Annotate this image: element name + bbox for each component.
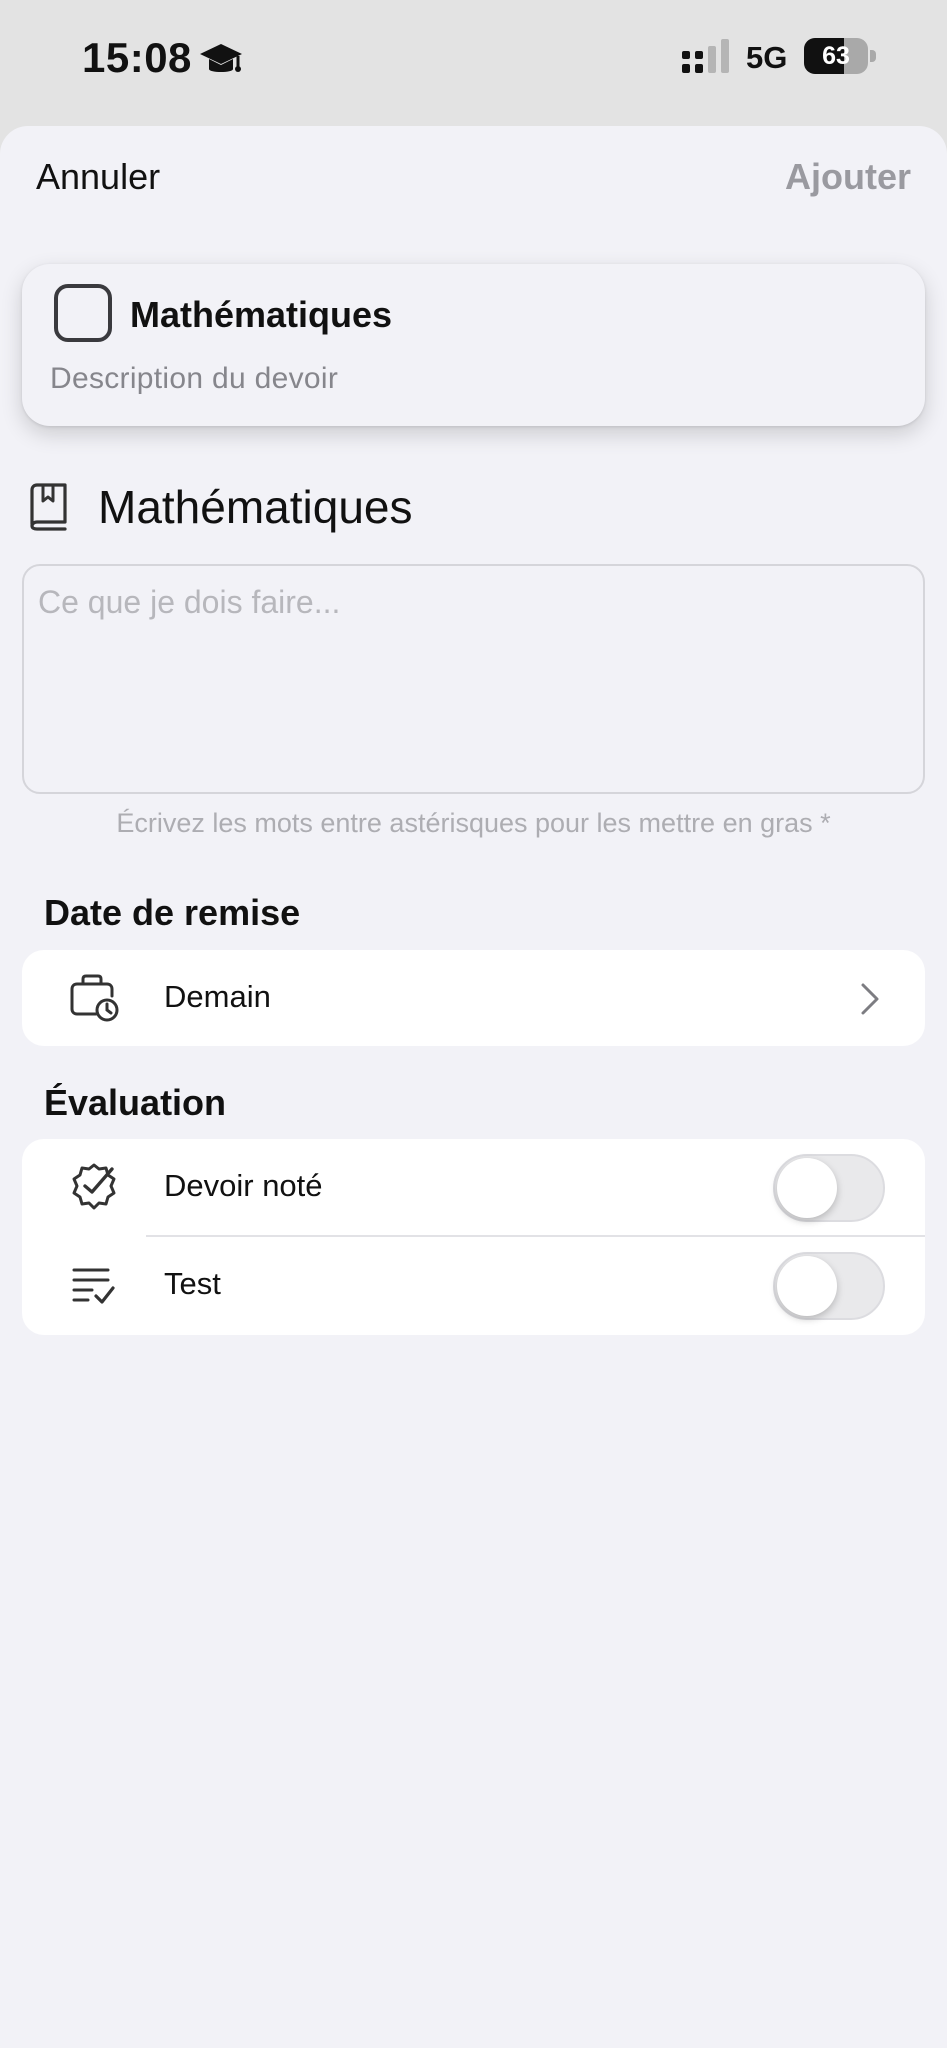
homework-input-placeholder: Ce que je dois faire... xyxy=(38,584,341,620)
preview-title: Mathématiques xyxy=(130,294,393,335)
evaluation-section-title: Évaluation xyxy=(44,1082,227,1123)
cancel-button[interactable]: Annuler xyxy=(36,156,160,198)
badge-check-icon xyxy=(72,1163,116,1210)
network-type: 5G xyxy=(746,40,788,75)
briefcase-clock-icon xyxy=(70,974,119,1022)
formatting-hint: Écrivez les mots entre astérisques pour … xyxy=(116,808,831,838)
test-toggle[interactable] xyxy=(773,1252,885,1320)
graded-homework-label: Devoir noté xyxy=(164,1168,323,1203)
due-date-row[interactable]: Demain xyxy=(22,950,925,1046)
battery-level: 63 xyxy=(822,42,850,70)
book-icon xyxy=(30,483,67,531)
chevron-right-icon xyxy=(861,983,879,1015)
subject-name[interactable]: Mathématiques xyxy=(98,480,413,534)
add-button[interactable]: Ajouter xyxy=(785,156,911,198)
due-date-value: Demain xyxy=(164,979,271,1014)
graded-homework-row: Devoir noté xyxy=(22,1139,925,1235)
graduation-cap-icon xyxy=(200,44,242,72)
checkbox[interactable] xyxy=(54,284,112,342)
add-homework-sheet: Annuler Ajouter Mathématiques Descriptio… xyxy=(0,126,947,2048)
due-date-section-title: Date de remise xyxy=(44,892,301,933)
homework-preview-card: Mathématiques Description du devoir xyxy=(22,264,925,426)
list-check-icon xyxy=(72,1268,115,1304)
due-date-group: Demain xyxy=(22,950,925,1046)
homework-description-input[interactable]: Ce que je dois faire... xyxy=(22,564,925,794)
evaluation-group: Devoir noté Test xyxy=(22,1139,925,1335)
status-bar: 15:08 5G 63 xyxy=(0,0,947,126)
test-row: Test xyxy=(22,1237,925,1333)
graded-homework-toggle[interactable] xyxy=(773,1154,885,1222)
test-label: Test xyxy=(164,1266,221,1301)
signal-icon xyxy=(682,39,729,73)
status-time: 15:08 xyxy=(82,34,192,81)
preview-description: Description du devoir xyxy=(50,362,339,395)
battery-icon: 63 xyxy=(804,38,876,74)
